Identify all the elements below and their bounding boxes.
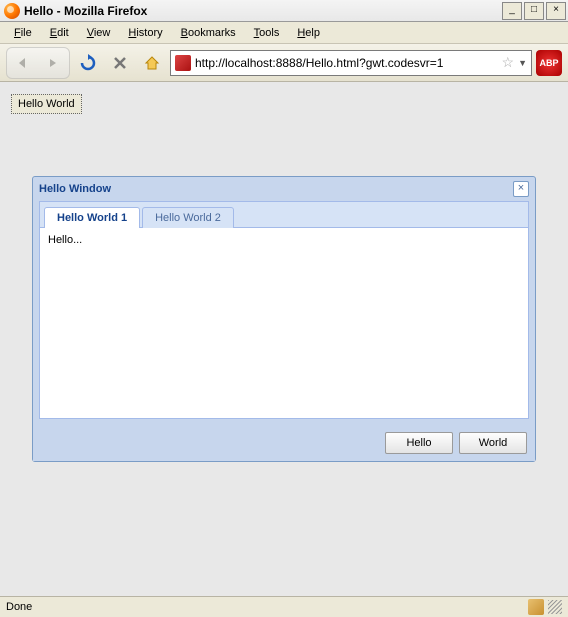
menu-bookmarks[interactable]: Bookmarks (173, 25, 244, 41)
hello-window-body: Hello World 1 Hello World 2 Hello... (39, 201, 529, 419)
tab-strip: Hello World 1 Hello World 2 (40, 202, 528, 228)
world-button[interactable]: World (459, 432, 527, 454)
stop-button[interactable] (106, 50, 134, 76)
close-button[interactable]: × (546, 2, 566, 20)
nav-group (6, 47, 70, 79)
window-controls: _ □ × (502, 2, 566, 20)
back-button[interactable] (9, 50, 37, 76)
url-bar[interactable]: http://localhost:8888/Hello.html?gwt.cod… (170, 50, 532, 76)
page-content: Hello World www.java2s.com Hello Window … (0, 82, 568, 596)
site-icon (175, 55, 191, 71)
toolbar: http://localhost:8888/Hello.html?gwt.cod… (0, 44, 568, 82)
minimize-button[interactable]: _ (502, 2, 522, 20)
hello-button[interactable]: Hello (385, 432, 453, 454)
menubar: File Edit View History Bookmarks Tools H… (0, 22, 568, 44)
hello-window-header[interactable]: Hello Window × (33, 177, 535, 201)
status-plugin-icon[interactable] (528, 599, 544, 615)
hello-window-close-icon[interactable]: × (513, 181, 529, 197)
firefox-icon (4, 3, 20, 19)
resize-grip-icon[interactable] (548, 600, 562, 614)
url-dropdown-icon[interactable]: ▼ (518, 58, 527, 68)
hello-window-title: Hello Window (39, 183, 513, 195)
url-text: http://localhost:8888/Hello.html?gwt.cod… (195, 56, 498, 70)
bookmark-star-icon[interactable]: ☆ (502, 54, 515, 71)
tab-content: Hello... (40, 228, 528, 418)
reload-button[interactable] (74, 50, 102, 76)
menu-tools[interactable]: Tools (246, 25, 288, 41)
menu-view[interactable]: View (79, 25, 119, 41)
window-title: Hello - Mozilla Firefox (24, 4, 502, 18)
forward-button[interactable] (39, 50, 67, 76)
menu-file[interactable]: File (6, 25, 40, 41)
status-text: Done (6, 601, 528, 613)
titlebar: Hello - Mozilla Firefox _ □ × (0, 0, 568, 22)
statusbar: Done (0, 596, 568, 617)
tab-hello-world-2[interactable]: Hello World 2 (142, 207, 234, 228)
home-button[interactable] (138, 50, 166, 76)
maximize-button[interactable]: □ (524, 2, 544, 20)
adblock-icon[interactable]: ABP (536, 50, 562, 76)
menu-help[interactable]: Help (289, 25, 328, 41)
menu-edit[interactable]: Edit (42, 25, 77, 41)
hello-window: Hello Window × Hello World 1 Hello World… (32, 176, 536, 462)
tab-hello-world-1[interactable]: Hello World 1 (44, 207, 140, 228)
hello-window-footer: Hello World (33, 425, 535, 461)
hello-world-button[interactable]: Hello World (11, 94, 82, 114)
menu-history[interactable]: History (120, 25, 170, 41)
